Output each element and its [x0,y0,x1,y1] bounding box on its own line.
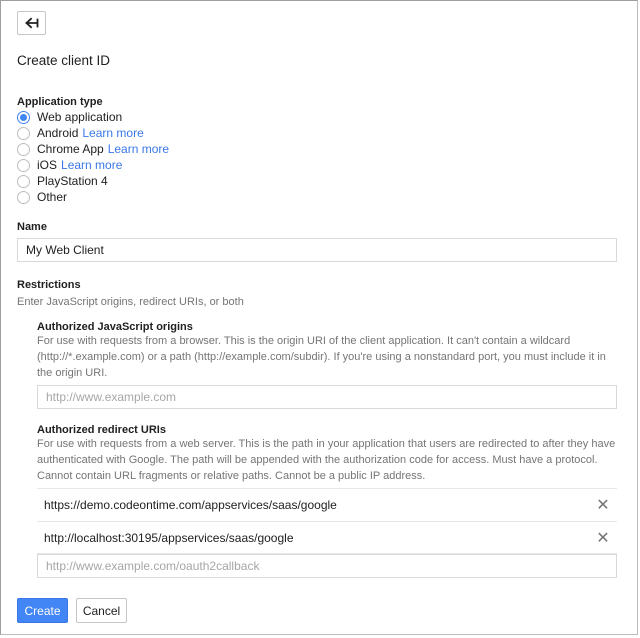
description-line: For use with requests from a browser. Th… [37,335,571,347]
redirect-uri-row: http://localhost:30195/appservices/saas/… [37,521,617,554]
redirect-uri-row: https://demo.codeontime.com/appservices/… [37,488,617,521]
name-input[interactable] [17,238,617,262]
radio-chrome-app[interactable]: Chrome App Learn more [17,141,169,157]
radio-label: Chrome App [37,142,104,156]
radio-web-application[interactable]: Web application [17,109,122,125]
radio-button[interactable] [17,158,30,172]
redirect-uri-value: http://localhost:30195/appservices/saas/… [44,530,294,545]
learn-more-link[interactable]: Learn more [82,126,143,140]
description-line: (http://*.example.com) or a path (http:/… [37,351,606,363]
description-line: authenticated with Google. The path will… [37,454,598,466]
description-line: the origin URI. [37,367,108,379]
radio-label: iOS [37,158,58,172]
dialog-frame: Create client ID Application type Web ap… [0,0,638,635]
radio-playstation-4[interactable]: PlayStation 4 [17,173,108,189]
redirect-uris-description: For use with requests from a web server.… [37,436,621,484]
back-button[interactable] [17,11,46,35]
description-line: Cannot contain URL fragments or relative… [37,470,426,482]
radio-other[interactable]: Other [17,189,67,205]
js-origins-label: Authorized JavaScript origins [37,321,193,333]
cancel-button[interactable]: Cancel [76,598,127,623]
redirect-uri-value: https://demo.codeontime.com/appservices/… [44,498,337,512]
redirect-uri-input[interactable] [37,554,617,578]
application-type-label: Application type [17,96,103,108]
radio-button[interactable] [17,190,30,204]
redirect-uris-label: Authorized redirect URIs [37,424,166,436]
radio-label: PlayStation 4 [37,174,108,188]
back-arrow-icon [24,17,38,29]
radio-button[interactable] [17,142,30,156]
close-icon[interactable]: ✕ [595,530,611,547]
close-icon[interactable]: ✕ [595,497,611,514]
js-origin-input[interactable] [37,385,617,409]
radio-android[interactable]: Android Learn more [17,125,144,141]
description-line: For use with requests from a web server.… [37,438,616,450]
restrictions-label: Restrictions [17,279,81,291]
radio-button[interactable] [17,174,30,188]
radio-ios[interactable]: iOS Learn more [17,157,122,173]
create-button[interactable]: Create [17,598,68,623]
radio-button-checked[interactable] [17,110,30,124]
name-label: Name [17,221,47,233]
page-title: Create client ID [17,53,111,68]
radio-label: Web application [37,110,123,124]
js-origins-description: For use with requests from a browser. Th… [37,333,621,381]
radio-button[interactable] [17,126,30,140]
restrictions-hint: Enter JavaScript origins, redirect URIs,… [17,296,244,308]
radio-label: Android [37,126,79,140]
radio-label: Other [37,190,68,204]
learn-more-link[interactable]: Learn more [61,158,122,172]
learn-more-link[interactable]: Learn more [108,142,169,156]
